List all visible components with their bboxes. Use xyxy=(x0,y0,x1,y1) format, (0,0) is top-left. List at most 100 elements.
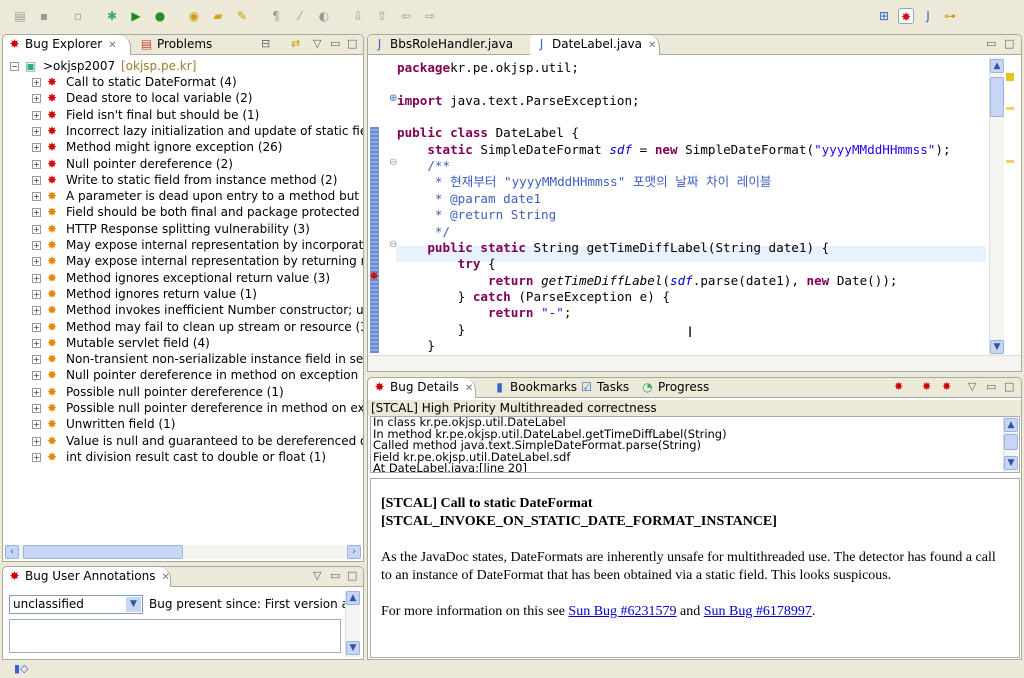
bug-category-item[interactable]: + ✸ Null pointer dereference (2) xyxy=(3,156,363,172)
bug-category-item[interactable]: + ✸ May expose internal representation by … xyxy=(3,237,363,253)
scroll-right-button[interactable]: › xyxy=(347,545,361,559)
external-tools-icon[interactable]: ● xyxy=(152,8,168,24)
scroll-left-button[interactable]: ‹ xyxy=(5,545,19,559)
bug-filter-icon[interactable]: ✸ xyxy=(942,380,951,393)
collapse-fold-icon[interactable]: ⊖ xyxy=(389,239,397,250)
collapse-icon[interactable]: − xyxy=(10,62,19,71)
bug-category-item[interactable]: + ✸ Mutable servlet field (4) xyxy=(3,335,363,351)
open-type-icon[interactable]: ◉ xyxy=(186,8,202,24)
expand-icon[interactable]: + xyxy=(32,322,41,332)
scroll-thumb[interactable] xyxy=(990,77,1004,117)
expand-icon[interactable]: + xyxy=(32,241,41,250)
bug-category-item[interactable]: + ✸ Unwritten field (1) xyxy=(3,416,363,432)
bug-info-line[interactable]: At DateLabel.java:[line 20] xyxy=(371,462,1019,472)
save-icon[interactable]: ▪ xyxy=(36,8,52,24)
scroll-up-button[interactable]: ▲ xyxy=(346,591,360,605)
back-icon[interactable]: ⇦ xyxy=(398,8,414,24)
scroll-up-button[interactable]: ▲ xyxy=(1004,418,1018,432)
tab-bug-user-annotations[interactable]: ✸ Bug User Annotations ✕ xyxy=(3,567,171,587)
java-perspective-icon[interactable]: J xyxy=(920,8,936,24)
expand-icon[interactable]: + xyxy=(32,192,41,202)
expand-icon[interactable]: + xyxy=(32,371,41,381)
hierarchy-perspective-icon[interactable]: ⊶ xyxy=(942,8,958,24)
bug-category-item[interactable]: + ✸ Method ignores exceptional return valu… xyxy=(3,270,363,286)
minimize-icon[interactable]: ▭ xyxy=(330,37,340,50)
editor-horizontal-scrollbar[interactable] xyxy=(368,355,1021,371)
tab-bookmarks[interactable]: ▮ Bookmarks xyxy=(488,378,577,398)
sun-bug-link-2[interactable]: Sun Bug #6178997 xyxy=(704,604,812,619)
annotation-icon[interactable]: ¶ xyxy=(268,8,284,24)
tab-progress[interactable]: ◔ Progress xyxy=(636,378,712,398)
open-folder-icon[interactable]: ▰ xyxy=(210,8,226,24)
expand-icon[interactable]: + xyxy=(32,143,41,153)
tab-bug-details[interactable]: ✸ Bug Details ✕ xyxy=(368,378,476,398)
expand-icon[interactable]: + xyxy=(32,78,41,87)
link-with-editor-icon[interactable]: ⇄ xyxy=(291,37,300,50)
info-scrollbar[interactable]: ▲ ▼ xyxy=(1003,417,1018,472)
annotation-comment-input[interactable] xyxy=(9,619,341,653)
scroll-down-button[interactable]: ▼ xyxy=(1004,456,1018,470)
bug-filter-icon[interactable]: ✸ xyxy=(922,380,931,393)
overview-marker[interactable] xyxy=(1006,160,1014,163)
expand-icon[interactable]: + xyxy=(32,306,41,316)
maximize-icon[interactable]: □ xyxy=(347,569,357,582)
bug-category-item[interactable]: + ✸ Method might ignore exception (26) xyxy=(3,139,363,155)
annotations-scrollbar[interactable]: ▲ ▼ xyxy=(345,591,360,657)
collapse-all-icon[interactable]: ⊟ xyxy=(261,37,270,50)
fast-view-icon[interactable]: ▮◇ xyxy=(14,662,29,675)
bug-category-item[interactable]: + ✸ HTTP Response splitting vulnerability … xyxy=(3,221,363,237)
expand-icon[interactable]: + xyxy=(32,420,41,430)
minimize-icon[interactable]: ▭ xyxy=(986,380,996,393)
view-menu-icon[interactable]: ▽ xyxy=(313,569,321,582)
bug-category-item[interactable]: + ✸ Value is null and guaranteed to be der… xyxy=(3,433,363,449)
bug-filter-icon[interactable]: ✸ xyxy=(894,380,903,393)
expand-icon[interactable]: + xyxy=(32,387,41,397)
pen-icon[interactable]: ⁄ xyxy=(292,8,308,24)
bug-category-item[interactable]: + ✸ Field isn't final but should be (1) xyxy=(3,107,363,123)
maximize-icon[interactable]: □ xyxy=(1004,37,1014,50)
bug-category-item[interactable]: + ✸ Non-transient non-serializable instanc… xyxy=(3,351,363,367)
overview-marker[interactable] xyxy=(1006,107,1014,110)
minimize-icon[interactable]: ▭ xyxy=(330,569,340,582)
print-icon[interactable]: ▫ xyxy=(70,8,86,24)
classification-select[interactable]: unclassified ▼ xyxy=(9,595,143,614)
sun-bug-link-1[interactable]: Sun Bug #6231579 xyxy=(568,604,676,619)
code-editor[interactable]: packagekr.pe.okjsp.util; import java.text… xyxy=(368,35,988,355)
bug-category-item[interactable]: + ✸ Null pointer dereference in method on … xyxy=(3,367,363,383)
scroll-down-button[interactable]: ▼ xyxy=(990,340,1004,354)
expand-icon[interactable]: + xyxy=(32,94,41,104)
view-menu-icon[interactable]: ▽ xyxy=(968,380,976,393)
debug-icon[interactable]: ✱ xyxy=(104,8,120,24)
next-annotation-icon[interactable]: ⇩ xyxy=(350,8,366,24)
scroll-down-button[interactable]: ▼ xyxy=(346,641,360,655)
bug-category-item[interactable]: + ✸ Method may fail to clean up stream or … xyxy=(3,319,363,335)
scroll-thumb[interactable] xyxy=(23,545,183,559)
bug-marker-icon[interactable]: ✸ xyxy=(369,269,379,283)
expand-icon[interactable]: + xyxy=(32,224,41,234)
bug-category-item[interactable]: + ✸ Dead store to local variable (2) xyxy=(3,90,363,106)
expand-icon[interactable]: + xyxy=(32,436,41,446)
overview-marker[interactable] xyxy=(1006,73,1014,81)
tree-project[interactable]: − ▣ >okjsp2007 [okjsp.pe.kr] xyxy=(3,58,363,74)
bug-category-item[interactable]: + ✸ Method invokes inefficient Number cons… xyxy=(3,302,363,318)
horizontal-scrollbar[interactable]: ‹ › xyxy=(5,545,361,559)
expand-fold-icon[interactable]: ⊕ xyxy=(389,93,397,104)
forward-icon[interactable]: ⇨ xyxy=(422,8,438,24)
close-icon[interactable]: ✕ xyxy=(108,40,116,51)
run-icon[interactable]: ▶ xyxy=(128,8,144,24)
open-perspective-icon[interactable]: ⊞ xyxy=(876,8,892,24)
close-icon[interactable]: ✕ xyxy=(465,383,473,394)
findbugs-perspective-icon[interactable]: ✸ xyxy=(898,8,914,24)
expand-icon[interactable]: + xyxy=(32,110,41,120)
expand-icon[interactable]: + xyxy=(32,273,41,283)
bug-category-item[interactable]: + ✸ Write to static field from instance me… xyxy=(3,172,363,188)
editor-vertical-scrollbar[interactable]: ▲ ▼ xyxy=(989,57,1004,355)
bug-category-item[interactable]: + ✸ Call to static DateFormat (4) xyxy=(3,74,363,90)
close-icon[interactable]: ✕ xyxy=(162,572,170,583)
bug-category-item[interactable]: + ✸ Possible null pointer dereference (1) xyxy=(3,384,363,400)
view-menu-icon[interactable]: ▽ xyxy=(313,37,321,50)
prev-annotation-icon[interactable]: ⇧ xyxy=(374,8,390,24)
maximize-icon[interactable]: □ xyxy=(1004,380,1014,393)
expand-icon[interactable]: + xyxy=(32,355,41,365)
expand-icon[interactable]: + xyxy=(32,208,41,218)
